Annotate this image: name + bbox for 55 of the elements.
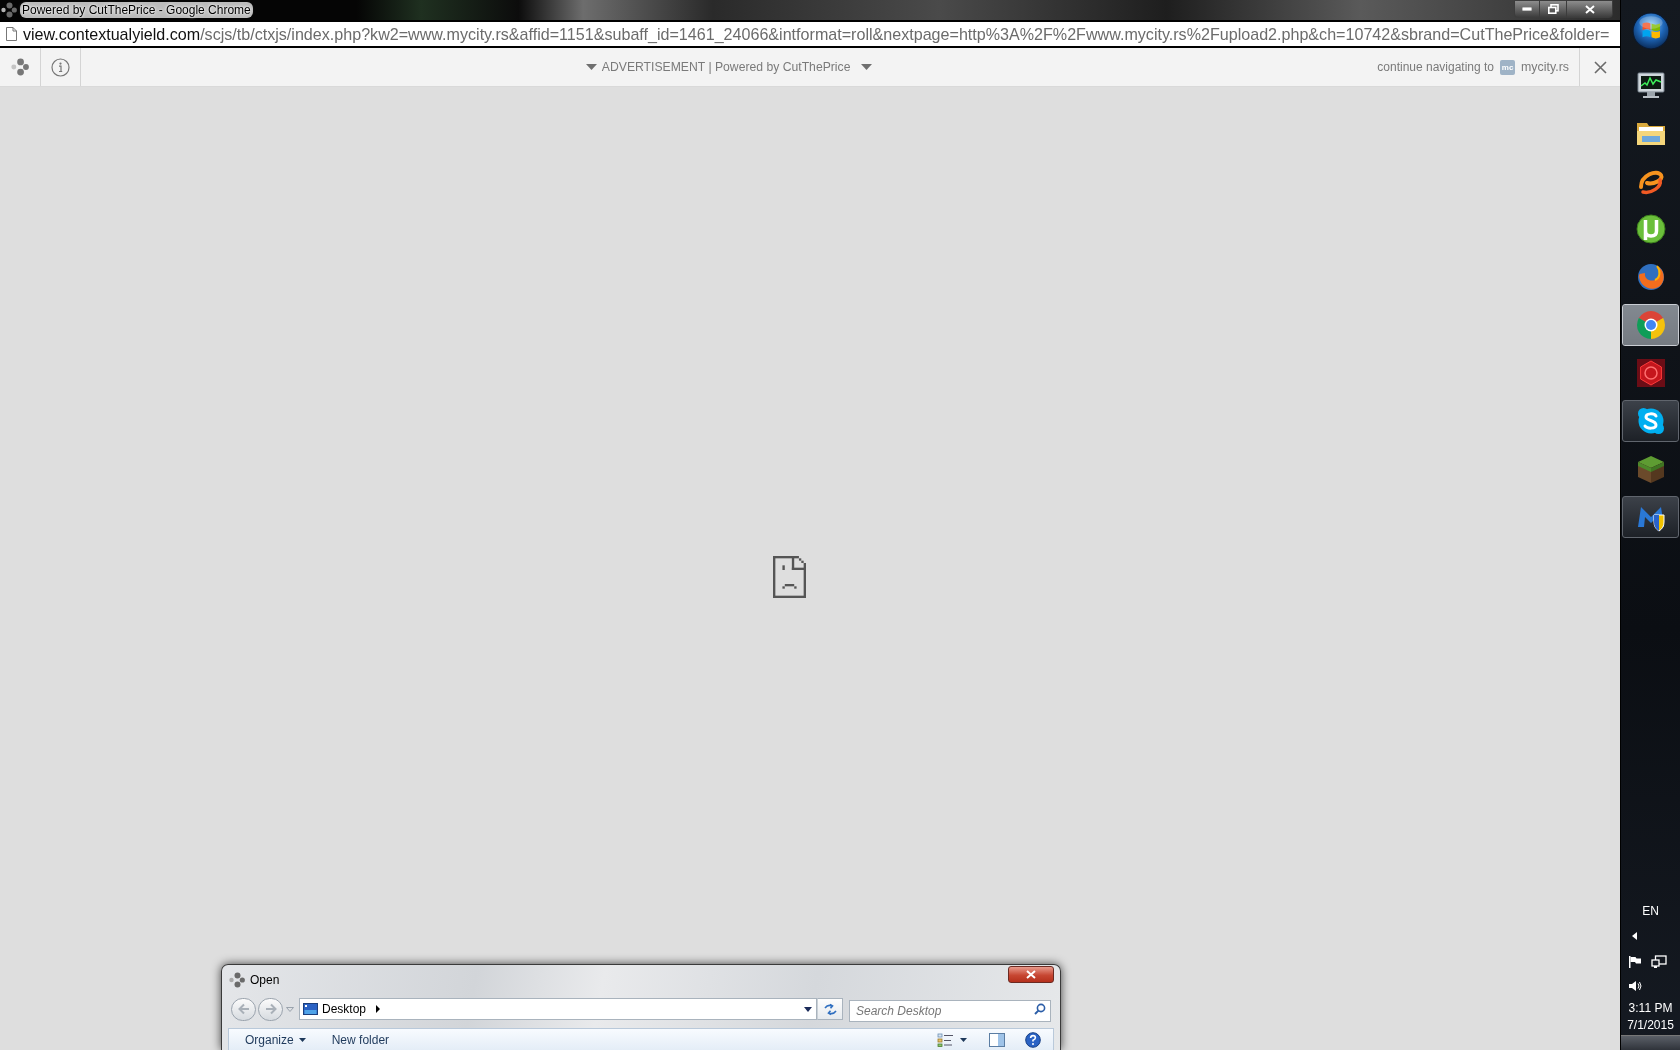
ad-label: ADVERTISEMENT | Powered by CutThePrice xyxy=(601,58,851,76)
search-field[interactable]: Search Desktop xyxy=(849,1000,1051,1023)
show-hidden-icons-button[interactable] xyxy=(1631,931,1638,941)
dialog-title: Open xyxy=(250,971,280,989)
speaker-icon[interactable] xyxy=(1628,979,1642,993)
clock-date[interactable]: 7/1/2015 xyxy=(1627,1018,1674,1032)
restore-button[interactable] xyxy=(1540,0,1566,18)
restore-icon xyxy=(1547,4,1559,14)
sad-page-icon xyxy=(773,556,806,598)
toolbar-button[interactable]: New folder xyxy=(325,1030,396,1049)
taskbar-button[interactable] xyxy=(1622,496,1679,538)
caret-down-icon xyxy=(960,1037,967,1042)
site-logo: mc xyxy=(1500,59,1516,75)
close-button[interactable] xyxy=(1008,966,1054,983)
address-field[interactable]: view.contextualyield.com/scjs/tb/ctxjs/index.php?kw2=www.mycity.rs&affid=1151&subaff_id=1461_24066&intformat=roll&nextpage=http%3A%2F%2Fwww.mycity.rs%2Fupload2.php&ch=10742&sbrand=CutThePrice&folder= xyxy=(0,20,1620,48)
window-title: Powered by CutThePrice - Google Chrome xyxy=(20,2,253,18)
preview-pane-icon xyxy=(989,1032,1005,1047)
start-orb-icon xyxy=(1631,11,1670,50)
preview-pane-button[interactable] xyxy=(989,1030,1005,1049)
search-icon xyxy=(1034,1003,1046,1016)
close-icon xyxy=(1584,4,1595,14)
desktop-icon xyxy=(303,1003,318,1016)
taskbar-button[interactable] xyxy=(1622,400,1679,442)
refresh-button[interactable] xyxy=(817,998,843,1021)
close-button[interactable] xyxy=(1566,0,1613,18)
refresh-icon xyxy=(822,1002,838,1016)
views-button[interactable] xyxy=(935,1030,969,1049)
start-button[interactable] xyxy=(1631,11,1670,50)
dots-logo-icon xyxy=(229,971,245,988)
site-link[interactable]: mycity.rs xyxy=(1521,57,1569,77)
network-icon[interactable] xyxy=(1651,955,1667,969)
dots-logo-icon xyxy=(11,58,29,76)
clock-time[interactable]: 3:11 PM xyxy=(1628,1001,1673,1015)
caret-down-icon[interactable] xyxy=(804,1006,812,1012)
triangle-left-icon xyxy=(1632,932,1637,940)
u-symbol-icon xyxy=(1634,213,1667,245)
location-field[interactable]: Desktop xyxy=(299,998,817,1021)
help-button[interactable] xyxy=(1025,1030,1041,1049)
toolbar-button[interactable]: Organize xyxy=(239,1030,312,1049)
language-indicator[interactable]: EN xyxy=(1642,904,1659,918)
minimize-icon xyxy=(1522,7,1532,11)
help-icon xyxy=(1025,1031,1041,1048)
close-icon xyxy=(1593,60,1607,74)
show-desktop-button[interactable] xyxy=(1621,1035,1680,1050)
monitor-graph-icon xyxy=(1634,69,1667,101)
list-view-icon xyxy=(937,1032,954,1047)
close-icon xyxy=(1026,970,1036,979)
info-icon xyxy=(51,57,70,77)
continue-text: continue navigating to xyxy=(1377,59,1495,76)
triangle-right-icon[interactable] xyxy=(376,1005,381,1014)
dots-logo-icon xyxy=(1,2,17,18)
page-icon xyxy=(6,27,17,41)
flag-icon[interactable] xyxy=(1628,955,1642,969)
minimize-button[interactable] xyxy=(1514,0,1540,18)
tricolor-wheel-icon xyxy=(1634,309,1667,341)
